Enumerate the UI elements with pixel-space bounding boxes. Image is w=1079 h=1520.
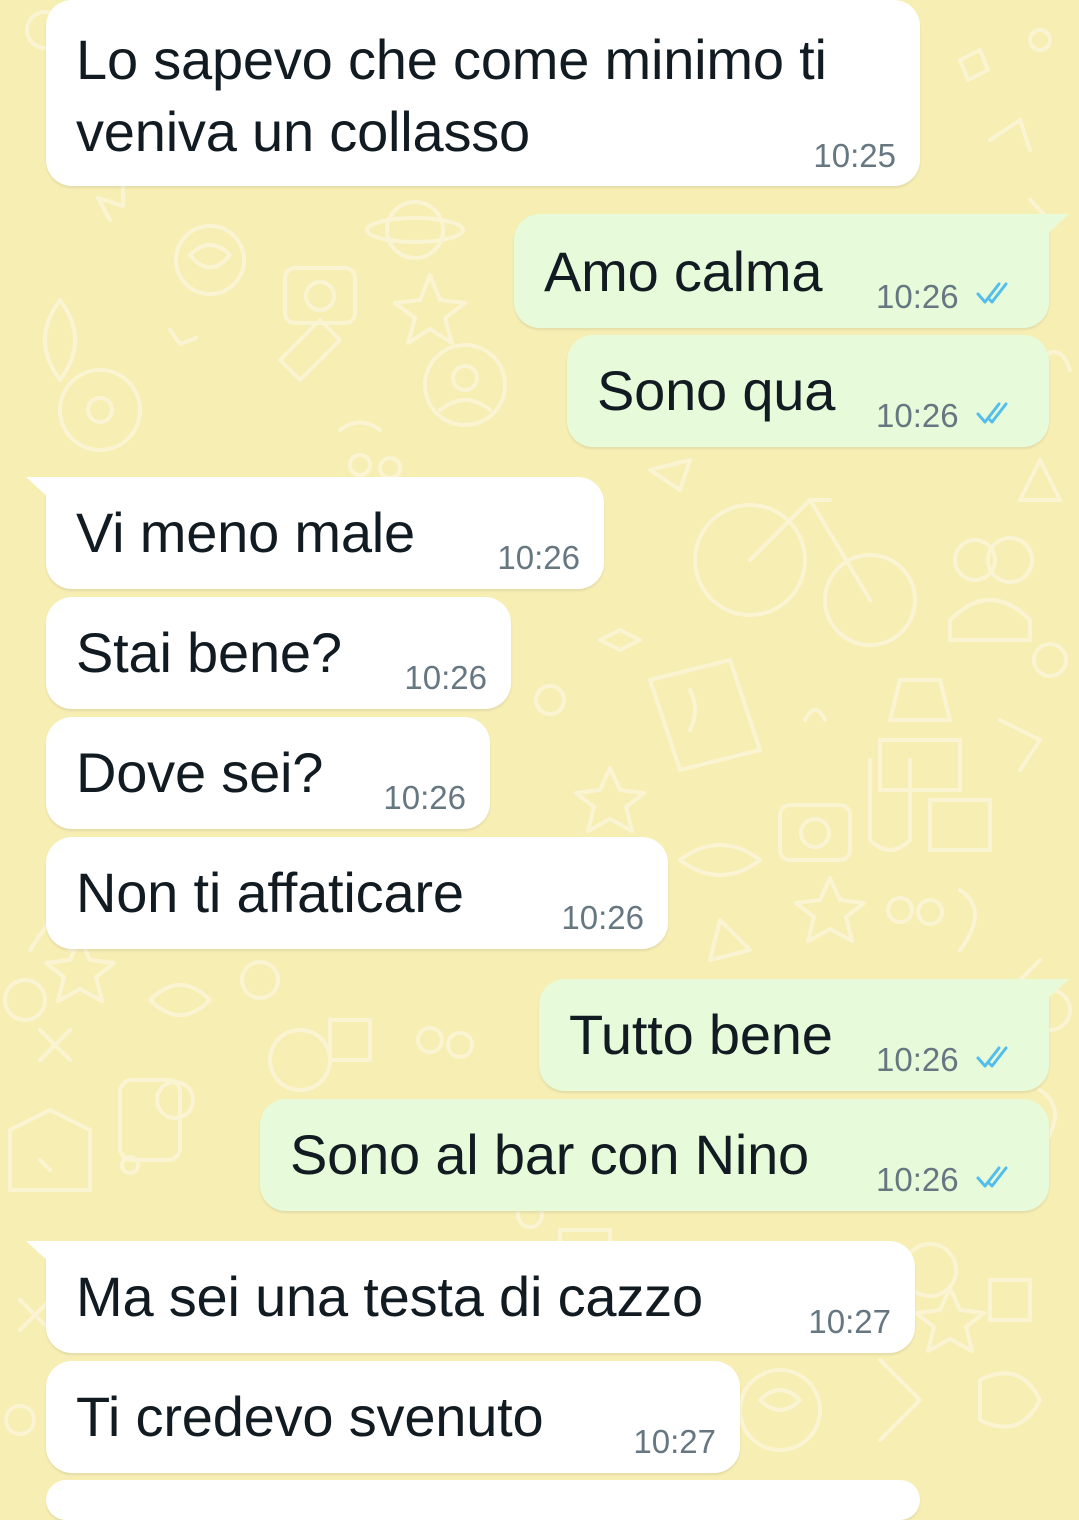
message-text: Non ti affaticare — [76, 861, 464, 924]
double-check-read-icon — [976, 1046, 1008, 1068]
message-bubble-incoming[interactable]: Ti credevo svenuto 10:27 — [46, 1361, 740, 1473]
message-text: Lo sapevo che come minimo ti veniva un c… — [76, 28, 827, 164]
message-text: Stai bene? — [76, 621, 342, 684]
message-text: Ma sei una testa di cazzo — [76, 1265, 703, 1328]
message-bubble-outgoing[interactable]: Amo calma 10:26 — [514, 214, 1069, 328]
bubble-tail — [1045, 214, 1069, 236]
double-check-read-icon — [976, 1166, 1008, 1188]
message-bubble-incoming[interactable]: Stai bene? 10:26 — [46, 597, 511, 709]
message-time: 10:26 — [876, 1161, 959, 1198]
message-text: Dove sei? — [76, 741, 324, 804]
message-list[interactable]: Lo sapevo che come minimo ti veniva un c… — [0, 0, 1079, 1520]
message-time: 10:27 — [633, 1423, 716, 1460]
message-text: Tutto bene — [569, 1003, 833, 1066]
message-bubble-outgoing[interactable]: Sono qua 10:26 — [567, 335, 1049, 447]
message-time: 10:26 — [561, 899, 644, 936]
message-bubble-outgoing[interactable]: Sono al bar con Nino 10:26 — [260, 1099, 1049, 1211]
message-bubble-incoming[interactable]: Vi meno male 10:26 — [26, 477, 604, 589]
message-time: 10:26 — [383, 779, 466, 816]
message-bubble-outgoing[interactable]: Tutto bene 10:26 — [539, 979, 1069, 1091]
message-text: Amo calma — [544, 240, 823, 303]
bubble-tail — [26, 477, 50, 499]
message-text: Sono al bar con Nino — [290, 1123, 810, 1186]
message-time: 10:26 — [876, 1041, 959, 1078]
message-bubble-incoming[interactable]: Lo sapevo che come minimo ti veniva un c… — [46, 0, 920, 186]
message-time: 10:26 — [876, 278, 959, 315]
bubble-tail — [1045, 979, 1069, 1001]
double-check-read-icon — [976, 282, 1008, 304]
message-time: 10:26 — [404, 659, 487, 696]
message-time: 10:26 — [497, 539, 580, 576]
message-bubble-incoming[interactable]: Non ti affaticare 10:26 — [46, 837, 668, 949]
double-check-read-icon — [976, 402, 1008, 424]
bubble-tail — [26, 1241, 50, 1263]
message-time: 10:27 — [808, 1303, 891, 1340]
message-time: 10:25 — [813, 137, 896, 174]
message-text: Sono qua — [597, 359, 836, 422]
message-text: Ti credevo svenuto — [76, 1385, 544, 1448]
message-time: 10:26 — [876, 397, 959, 434]
message-bubble-incoming-partial[interactable] — [46, 1480, 920, 1520]
message-text: Vi meno male — [76, 501, 415, 564]
message-bubble-incoming[interactable]: Ma sei una testa di cazzo 10:27 — [26, 1241, 915, 1353]
message-bubble-incoming[interactable]: Dove sei? 10:26 — [46, 717, 490, 829]
